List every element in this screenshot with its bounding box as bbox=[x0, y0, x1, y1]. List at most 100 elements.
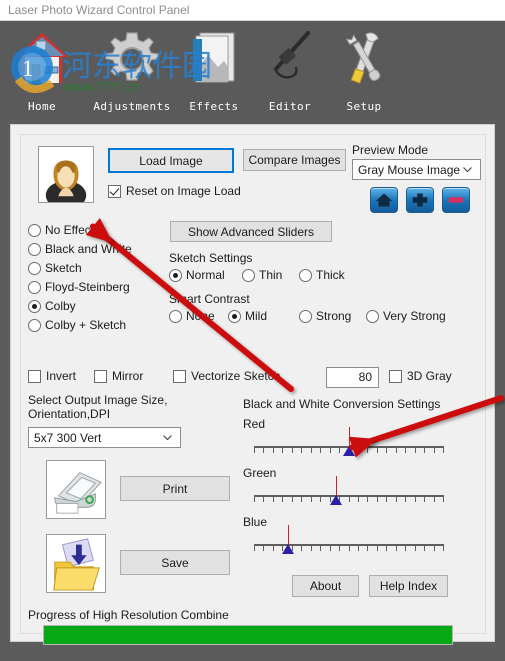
show-advanced-sliders-button[interactable]: Show Advanced Sliders bbox=[170, 221, 332, 242]
compare-images-button[interactable]: Compare Images bbox=[243, 149, 346, 171]
blue-slider[interactable] bbox=[254, 525, 444, 557]
smart-contrast-title: Smart Contrast bbox=[169, 292, 250, 306]
vectorize-sketch-checkbox[interactable]: Vectorize Sketch bbox=[173, 369, 280, 383]
toolbar-item-effects[interactable]: Effects bbox=[172, 27, 256, 119]
airbrush-pen-icon bbox=[260, 27, 320, 89]
chevron-down-icon bbox=[463, 166, 472, 172]
slider-marker bbox=[288, 525, 290, 545]
output-size-select[interactable]: 5x7 300 Vert bbox=[28, 427, 181, 448]
effect-radio-colby-plus-sketch[interactable]: Colby + Sketch bbox=[28, 318, 126, 332]
slider-tick bbox=[272, 497, 274, 502]
slider-thumb[interactable] bbox=[282, 544, 295, 554]
slider-tick bbox=[282, 448, 284, 453]
about-button[interactable]: About bbox=[292, 575, 359, 597]
reset-on-image-load-label: Reset on Image Load bbox=[126, 184, 241, 198]
toolbar-item-home[interactable]: Home bbox=[0, 27, 84, 119]
contrast-radio-mild[interactable]: Mild bbox=[228, 309, 267, 323]
radio-box bbox=[242, 268, 255, 282]
toolbar-item-editor[interactable]: Editor bbox=[248, 27, 332, 119]
about-label: About bbox=[309, 579, 342, 593]
slider-tick bbox=[254, 546, 255, 551]
contrast-label: Very Strong bbox=[383, 309, 446, 323]
minus-icon bbox=[448, 197, 464, 203]
effect-radio-no-effect[interactable]: No Effect bbox=[28, 223, 94, 237]
sketch-radio-thin[interactable]: Thin bbox=[242, 268, 282, 282]
control-panel: Load Image Compare Images Reset on Image… bbox=[10, 124, 495, 645]
save-folder-icon bbox=[46, 534, 106, 593]
sketch-radio-thick[interactable]: Thick bbox=[299, 268, 345, 282]
reset-on-image-load-checkbox[interactable]: Reset on Image Load bbox=[108, 184, 241, 198]
slider-tick bbox=[348, 546, 350, 551]
effect-radio-floyd-steinberg[interactable]: Floyd-Steinberg bbox=[28, 280, 130, 294]
contrast-radio-very-strong[interactable]: Very Strong bbox=[366, 309, 446, 323]
slider-tick bbox=[433, 448, 435, 453]
preview-mode-select[interactable]: Gray Mouse Image bbox=[352, 159, 481, 180]
effect-label: Floyd-Steinberg bbox=[45, 280, 130, 294]
print-button[interactable]: Print bbox=[120, 476, 230, 501]
portrait-thumbnail[interactable] bbox=[38, 146, 94, 203]
slider-tick bbox=[386, 497, 388, 502]
output-size-label-line2: Orientation,DPI bbox=[28, 407, 111, 421]
app-window: Laser Photo Wizard Control Panel Home Ad… bbox=[0, 0, 505, 661]
contrast-radio-strong[interactable]: Strong bbox=[299, 309, 351, 323]
radio-box bbox=[228, 309, 241, 323]
slider-tick bbox=[433, 546, 435, 551]
slider-tick bbox=[254, 448, 255, 453]
slider-tick bbox=[263, 546, 265, 551]
effect-radio-colby[interactable]: Colby bbox=[28, 299, 76, 313]
slider-thumb[interactable] bbox=[343, 446, 355, 456]
slider-tick bbox=[320, 448, 322, 453]
slider-tick bbox=[254, 497, 255, 502]
slider-tick bbox=[414, 448, 416, 453]
effect-radio-black-and-white[interactable]: Black and White bbox=[28, 242, 132, 256]
bw-conversion-title: Black and White Conversion Settings bbox=[243, 397, 441, 411]
slider-tick bbox=[433, 497, 435, 502]
slider-tick bbox=[424, 448, 426, 453]
slider-tick bbox=[367, 448, 369, 453]
preview-zoom-in-button[interactable] bbox=[406, 187, 434, 213]
slider-label-green: Green bbox=[243, 466, 277, 480]
slider-tick bbox=[282, 497, 284, 502]
contrast-radio-none[interactable]: None bbox=[169, 309, 215, 323]
preview-zoom-out-button[interactable] bbox=[442, 187, 470, 213]
save-button[interactable]: Save bbox=[120, 550, 230, 575]
slider-label-blue: Blue bbox=[243, 515, 268, 529]
show-advanced-sliders-label: Show Advanced Sliders bbox=[187, 224, 315, 239]
output-size-label-line1: Select Output Image Size, bbox=[28, 393, 168, 407]
mirror-checkbox[interactable]: Mirror bbox=[94, 369, 143, 383]
3d-gray-checkbox[interactable]: 3D Gray bbox=[389, 369, 452, 383]
radio-box bbox=[169, 309, 182, 323]
house-icon bbox=[12, 27, 72, 89]
radio-box bbox=[169, 268, 182, 282]
title-bar: Laser Photo Wizard Control Panel bbox=[0, 0, 505, 21]
progress-label: Progress of High Resolution Combine bbox=[28, 608, 229, 622]
green-slider[interactable] bbox=[254, 476, 444, 508]
slider-tick bbox=[272, 448, 274, 453]
slider-tick bbox=[320, 546, 322, 551]
slider-tick bbox=[386, 448, 388, 453]
slider-thumb[interactable] bbox=[329, 495, 342, 505]
sketch-label: Thick bbox=[316, 268, 345, 282]
slider-tick bbox=[414, 546, 416, 551]
effect-radio-sketch[interactable]: Sketch bbox=[28, 261, 82, 275]
load-image-button[interactable]: Load Image bbox=[108, 148, 234, 173]
threshold-input[interactable]: 80 bbox=[326, 367, 379, 388]
contrast-label: Strong bbox=[316, 309, 352, 323]
slider-tick bbox=[367, 546, 369, 551]
help-index-button[interactable]: Help Index bbox=[369, 575, 448, 597]
preview-home-button[interactable] bbox=[370, 187, 398, 213]
gear-icon bbox=[102, 27, 162, 89]
red-slider[interactable] bbox=[254, 427, 444, 459]
slider-tick bbox=[301, 546, 303, 551]
invert-checkbox[interactable]: Invert bbox=[28, 369, 76, 383]
compare-images-label: Compare Images bbox=[248, 153, 341, 167]
slider-marker bbox=[349, 427, 350, 447]
slider-tick bbox=[310, 448, 312, 453]
invert-label: Invert bbox=[46, 369, 77, 383]
toolbar-item-setup[interactable]: Setup bbox=[322, 27, 406, 119]
checkbox-box bbox=[28, 369, 41, 383]
slider-tick bbox=[357, 546, 359, 551]
toolbar-item-adjustments[interactable]: Adjustments bbox=[90, 27, 174, 119]
control-panel-inner: Load Image Compare Images Reset on Image… bbox=[20, 134, 486, 645]
sketch-radio-normal[interactable]: Normal bbox=[169, 268, 225, 282]
